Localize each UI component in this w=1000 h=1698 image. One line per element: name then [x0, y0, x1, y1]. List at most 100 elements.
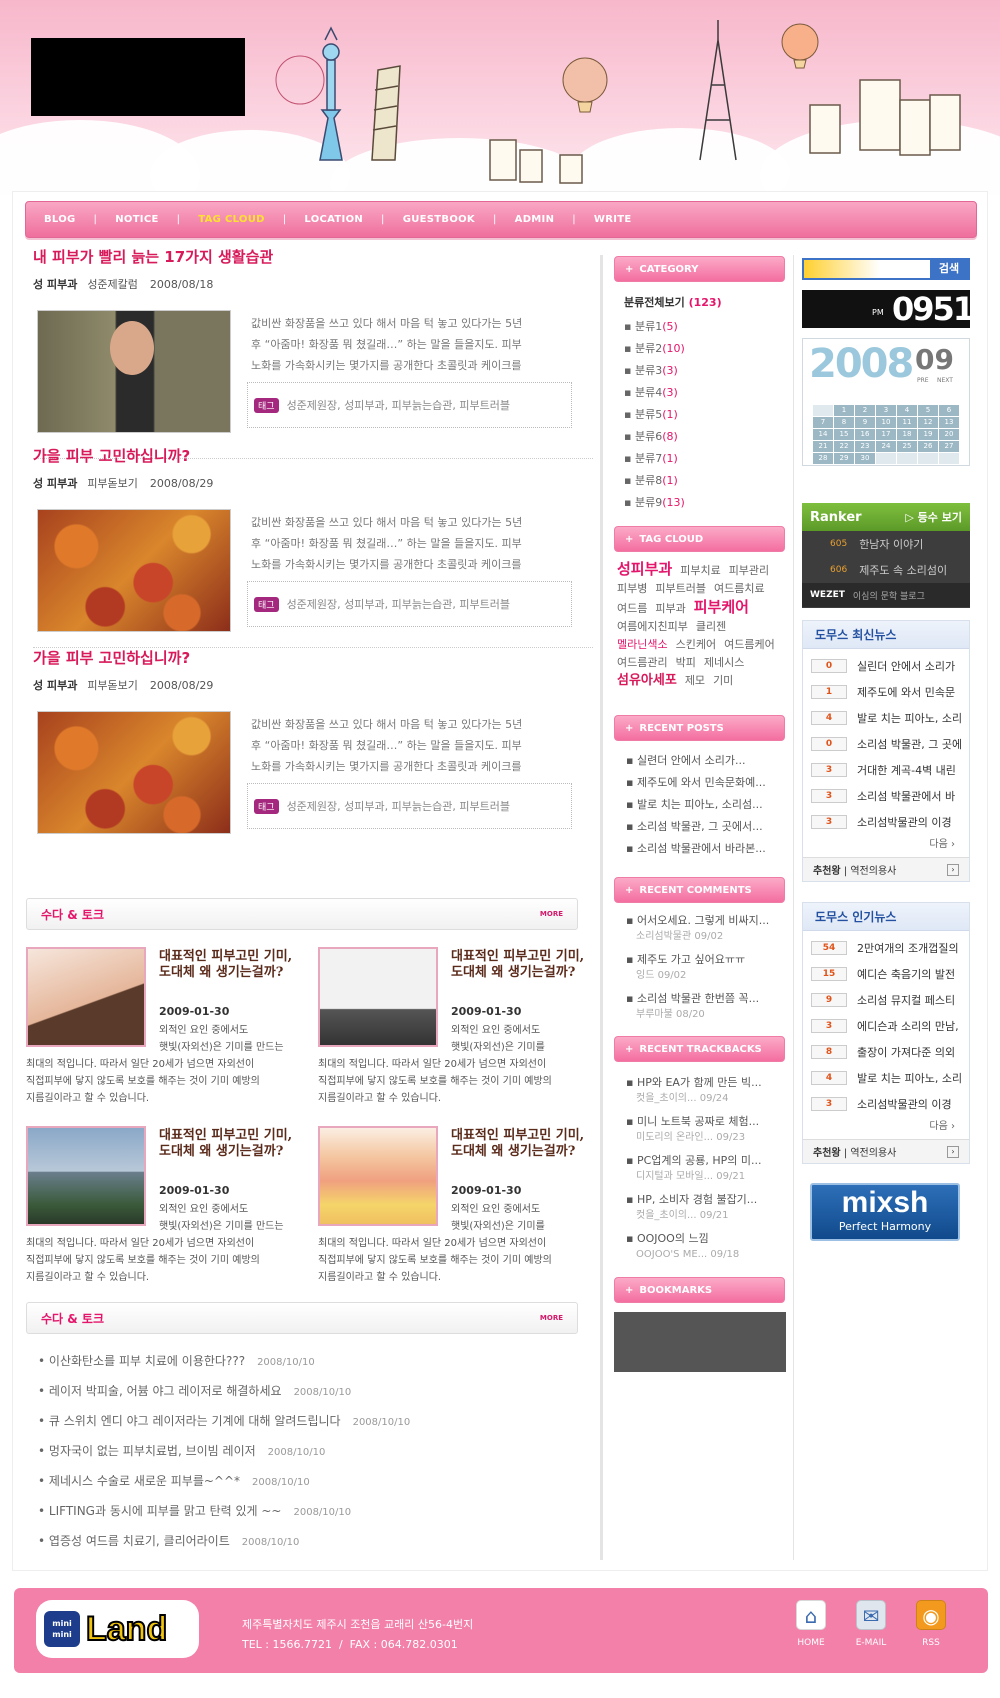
recent-trackback-item[interactable]: ▪ PC업계의 공룡, HP의 미... 디지털과 모바일... 09/21 [626, 1153, 762, 1192]
calendar-day[interactable]: 12 [918, 417, 938, 428]
search-input[interactable] [804, 260, 930, 278]
talk-title[interactable]: 대표적인 피부고민 기미, 도대체 왜 생기는걸까? [451, 1128, 586, 1160]
category-item[interactable]: ▪ 분류2(10) [624, 340, 685, 362]
tag-cloud-item[interactable]: 성피부과 [617, 560, 672, 578]
tag-cloud-item[interactable]: 여드름 [617, 600, 647, 618]
calendar-next[interactable]: NEXT [937, 377, 953, 384]
nav-item-write[interactable]: WRITE [594, 214, 632, 225]
news-row[interactable]: 54 2만여개의 조개껍질의 [803, 935, 969, 961]
search-button[interactable]: 검색 [930, 260, 968, 278]
talk-list-item[interactable]: • 멍자국이 없는 피부치료법, 브이빔 레이저 2008/10/10 [38, 1442, 410, 1472]
calendar-day[interactable]: 2 [855, 405, 875, 416]
all-categories-link[interactable]: 분류전체보기 (123) [624, 294, 722, 310]
post-image[interactable] [37, 711, 231, 834]
tag-cloud-item[interactable]: 피부트러블 [655, 580, 706, 598]
calendar-day[interactable]: 1 [834, 405, 854, 416]
recent-comment-item[interactable]: ▪ 어서오세요. 그렇게 비싸지... 소리섬박물관 09/02 [626, 913, 769, 952]
talk-image[interactable] [26, 947, 146, 1047]
calendar-day[interactable]: 25 [897, 441, 917, 452]
post-tag-list[interactable]: 성준제원장, 성피부과, 피부늙는습관, 피부트러블 [287, 596, 510, 612]
calendar-day[interactable]: 15 [834, 429, 854, 440]
talk-title[interactable]: 대표적인 피부고민 기미, 도대체 왜 생기는걸까? [451, 949, 586, 981]
calendar-day[interactable]: 19 [918, 429, 938, 440]
nav-item-blog[interactable]: BLOG | [44, 214, 115, 225]
calendar-day[interactable]: 7 [813, 417, 833, 428]
news-row[interactable]: 3 소리섬박물관의 이경 [803, 1091, 969, 1117]
more-button[interactable]: MORE [540, 910, 563, 918]
calendar-day[interactable]: 26 [918, 441, 938, 452]
news-row[interactable]: 0 실린더 안에서 소리가 [803, 653, 969, 679]
post-image[interactable] [37, 310, 231, 433]
tag-cloud-item[interactable]: 여드름치료 [714, 580, 765, 598]
news-row[interactable]: 3 소리섬박물관의 이경 [803, 809, 969, 835]
calendar-day[interactable]: 3 [876, 405, 896, 416]
recent-trackback-item[interactable]: ▪ HP와 EA가 함께 만든 빅... 컷을_초이의... 09/24 [626, 1075, 762, 1114]
calendar-day[interactable]: 16 [855, 429, 875, 440]
recent-post-item[interactable]: ▪ 제주도에 와서 민속문화예... [626, 775, 766, 797]
category-item[interactable]: ▪ 분류9(13) [624, 494, 685, 516]
category-item[interactable]: ▪ 분류6(8) [624, 428, 685, 450]
calendar-day[interactable]: 30 [855, 453, 875, 464]
talk-title[interactable]: 대표적인 피부고민 기미, 도대체 왜 생기는걸까? [159, 1128, 294, 1160]
talk-list-item[interactable]: • 제네시스 수술로 새로운 피부를~^^* 2008/10/10 [38, 1472, 410, 1502]
news-row[interactable]: 4 발로 치는 피아노, 소리 [803, 1065, 969, 1091]
popular-more-link[interactable]: 다음 › [803, 1117, 969, 1139]
calendar-day[interactable]: 21 [813, 441, 833, 452]
tag-cloud-item[interactable]: 여름에지친피부 [617, 618, 688, 636]
post-image[interactable] [37, 509, 231, 632]
calendar-prev[interactable]: PRE [917, 377, 929, 384]
ranker-more-link[interactable]: ▷ 등수 보기 [905, 509, 962, 525]
nav-item-guestbook[interactable]: GUESTBOOK | [403, 214, 515, 225]
wezet-row[interactable]: WEZET 이심의 문학 블로그 [802, 583, 970, 607]
tag-cloud-item[interactable]: 섬유아세포 [617, 672, 677, 690]
news-row[interactable]: 3 에디슨과 소리의 만남, [803, 1013, 969, 1039]
calendar-day[interactable]: 6 [939, 405, 959, 416]
calendar-day[interactable]: 9 [855, 417, 875, 428]
calendar-day[interactable]: 22 [834, 441, 854, 452]
calendar-day[interactable]: 28 [813, 453, 833, 464]
recent-post-item[interactable]: ▪ 소리섬 박물관에서 바라본... [626, 841, 766, 863]
nav-item-tag-cloud[interactable]: TAG CLOUD | [198, 214, 304, 225]
news-row[interactable]: 1 제주도에 와서 민속문 [803, 679, 969, 705]
footer-email-link[interactable]: ✉ E-MAIL [852, 1600, 890, 1648]
nav-item-admin[interactable]: ADMIN | [515, 214, 594, 225]
calendar-day[interactable]: 20 [939, 429, 959, 440]
category-item[interactable]: ▪ 분류3(3) [624, 362, 685, 384]
tag-cloud-item[interactable]: 제모 [685, 672, 705, 690]
calendar-day[interactable]: 14 [813, 429, 833, 440]
calendar-day[interactable]: 5 [918, 405, 938, 416]
talk-title[interactable]: 대표적인 피부고민 기미, 도대체 왜 생기는걸까? [159, 949, 294, 981]
calendar-day[interactable]: 17 [876, 429, 896, 440]
recent-comment-item[interactable]: ▪ 소리섬 박물관 한번쯤 꼭... 부루마불 08/20 [626, 991, 769, 1030]
footer-logo[interactable]: mini mini Land [36, 1600, 199, 1658]
news-row[interactable]: 3 소리섬 박물관에서 바 [803, 783, 969, 809]
site-logo[interactable] [31, 38, 245, 116]
tag-cloud-item[interactable]: 여드름케어 [724, 636, 775, 654]
calendar-day[interactable]: 13 [939, 417, 959, 428]
recent-comment-item[interactable]: ▪ 제주도 가고 싶어요ㅠㅠ 잉드 09/02 [626, 952, 769, 991]
more-button[interactable]: MORE [540, 1314, 563, 1322]
news-row[interactable]: 9 소리섬 뮤지컬 페스티 [803, 987, 969, 1013]
calendar-day[interactable]: 27 [939, 441, 959, 452]
tag-cloud-item[interactable]: 멜라닌색소 [617, 636, 668, 654]
tag-cloud-item[interactable]: 피부과 [655, 600, 685, 618]
recent-trackback-item[interactable]: ▪ OOJOO의 느낌 OOJOO'S ME... 09/18 [626, 1231, 762, 1270]
news-row[interactable]: 3 거대한 계곡-4벽 내린 [803, 757, 969, 783]
talk-image[interactable] [318, 947, 438, 1047]
tag-cloud-item[interactable]: 피부관리 [729, 562, 769, 580]
calendar-day[interactable]: 18 [897, 429, 917, 440]
tag-cloud-item[interactable]: 여드름관리 [617, 654, 668, 672]
calendar-day[interactable]: 29 [834, 453, 854, 464]
talk-list-item[interactable]: • 이산화탄소를 피부 치료에 이용한다??? 2008/10/10 [38, 1352, 410, 1382]
category-item[interactable]: ▪ 분류4(3) [624, 384, 685, 406]
calendar-day[interactable]: 8 [834, 417, 854, 428]
arrow-right-icon[interactable]: › [947, 1145, 959, 1158]
tag-cloud-item[interactable]: 기미 [713, 672, 733, 690]
footer-home-link[interactable]: ⌂ HOME [792, 1600, 830, 1648]
mixsh-banner[interactable]: mixsh Perfect Harmony [810, 1183, 960, 1241]
post-title[interactable]: 내 피부가 빨리 늙는 17가지 생활습관 [33, 246, 273, 267]
talk-image[interactable] [26, 1126, 146, 1226]
category-item[interactable]: ▪ 분류8(1) [624, 472, 685, 494]
calendar-day[interactable]: 24 [876, 441, 896, 452]
tag-cloud-item[interactable]: 피부치료 [680, 562, 720, 580]
